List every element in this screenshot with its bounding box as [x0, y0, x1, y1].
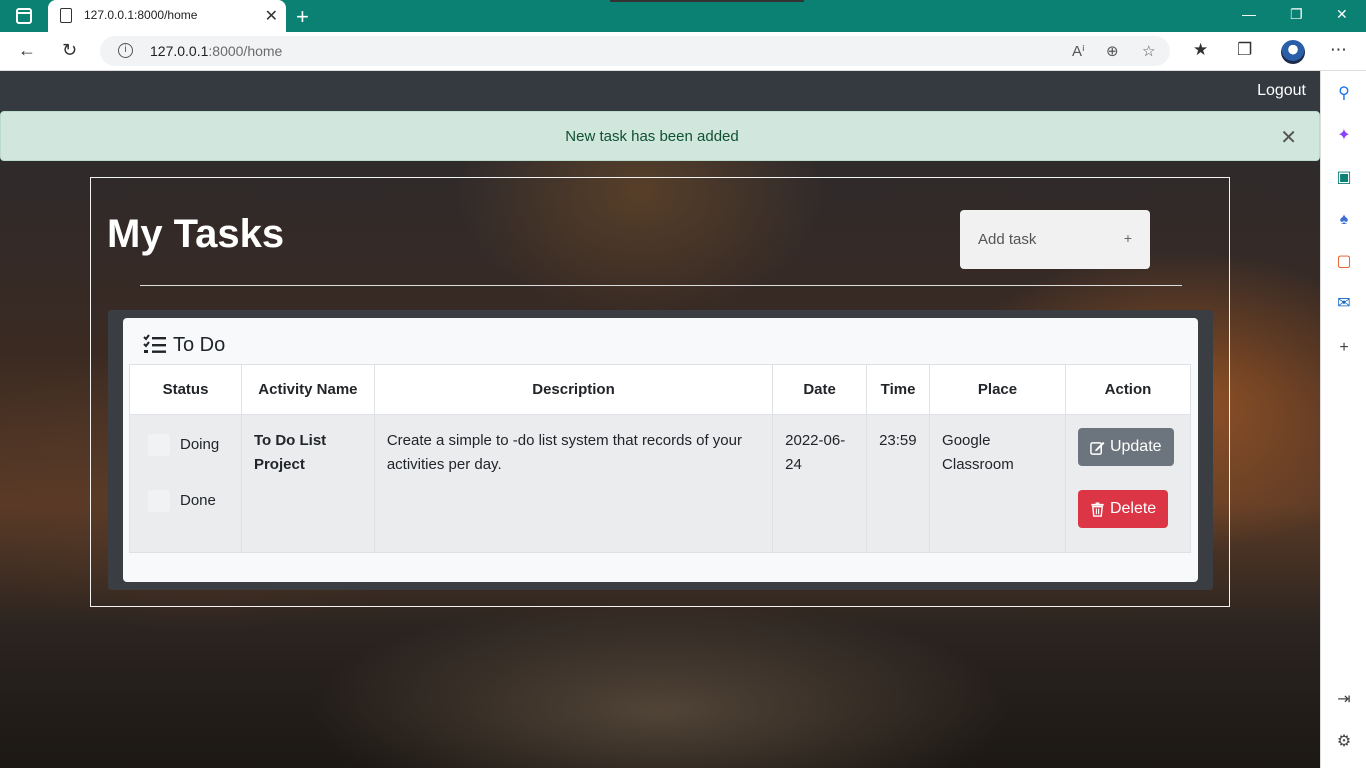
- status-option-done[interactable]: Done: [148, 489, 229, 513]
- trash-icon: [1091, 501, 1104, 517]
- divider: [140, 285, 1182, 286]
- column-header: Time: [866, 364, 931, 415]
- todo-card: To Do Status Activity Name Description D…: [123, 318, 1198, 582]
- update-button-label: Update: [1109, 438, 1162, 455]
- tab-actions-icon[interactable]: [16, 8, 32, 24]
- search-icon[interactable]: ⚲: [1335, 85, 1353, 103]
- back-arrow-icon[interactable]: ←: [18, 40, 36, 61]
- action-cell: Update Delete: [1064, 414, 1192, 553]
- minimize-button[interactable]: —: [1242, 6, 1256, 22]
- place-cell: Google Classroom: [929, 414, 1066, 553]
- favorites-icon[interactable]: ★: [1193, 40, 1208, 60]
- tab-title: 127.0.0.1:8000/home: [84, 8, 198, 22]
- status-label: Done: [180, 492, 216, 509]
- add-sidebar-item-icon[interactable]: +: [1335, 339, 1353, 357]
- games-icon[interactable]: ♠: [1335, 211, 1353, 229]
- description-cell: Create a simple to -do list system that …: [373, 414, 774, 553]
- browser-tab[interactable]: 127.0.0.1:8000/home ✕: [48, 0, 286, 32]
- column-header: Date: [772, 364, 868, 415]
- edit-icon: [1090, 441, 1105, 455]
- success-alert: New task has been added ✕: [0, 111, 1320, 161]
- zoom-icon[interactable]: ⊕: [1106, 42, 1119, 60]
- status-checkbox[interactable]: [148, 434, 170, 456]
- profile-avatar[interactable]: [1281, 40, 1305, 64]
- collections-icon[interactable]: ❐: [1237, 40, 1252, 60]
- status-cell: Doing Done: [129, 414, 242, 553]
- shopping-icon[interactable]: ▣: [1335, 169, 1353, 187]
- new-tab-button[interactable]: +: [296, 4, 309, 30]
- restore-button[interactable]: ❐: [1290, 6, 1303, 23]
- settings-gear-icon[interactable]: ⚙: [1335, 733, 1353, 751]
- close-window-button[interactable]: ✕: [1336, 6, 1348, 23]
- table-header-row: Status Activity Name Description Date Ti…: [129, 364, 1192, 415]
- read-aloud-icon[interactable]: Aⁱ: [1072, 42, 1085, 60]
- hide-sidebar-icon[interactable]: ⇥: [1335, 691, 1353, 709]
- update-button[interactable]: Update: [1077, 428, 1174, 466]
- logout-link[interactable]: Logout: [1257, 82, 1306, 100]
- url-field[interactable]: i 127.0.0.1:8000/home Aⁱ ⊕ ☆: [100, 36, 1170, 66]
- checklist-icon: [143, 334, 166, 353]
- delete-button-label: Delete: [1109, 500, 1157, 517]
- column-header: Place: [929, 364, 1066, 415]
- time-cell: 23:59: [866, 414, 931, 553]
- todo-section: To Do Status Activity Name Description D…: [108, 310, 1213, 590]
- status-option-doing[interactable]: Doing: [148, 433, 229, 457]
- tasks-container: My Tasks Add task + To Do Status Activit…: [90, 177, 1230, 607]
- activity-name-cell: To Do List Project: [240, 414, 375, 553]
- add-favorite-icon[interactable]: ☆: [1142, 42, 1155, 60]
- url-text: 127.0.0.1:8000/home: [150, 43, 283, 59]
- status-label: Doing: [180, 436, 220, 453]
- add-task-placeholder: Add task: [978, 231, 1037, 248]
- copilot-icon[interactable]: ✦: [1335, 127, 1353, 145]
- page-title: My Tasks: [107, 212, 285, 256]
- column-header: Status: [129, 364, 242, 415]
- column-header: Action: [1064, 364, 1192, 415]
- office-icon[interactable]: ▢: [1335, 253, 1353, 271]
- card-header: To Do: [143, 330, 225, 360]
- plus-icon[interactable]: +: [1124, 230, 1132, 246]
- column-header: Activity Name: [240, 364, 375, 415]
- drag-region: [610, 0, 804, 2]
- status-checkbox[interactable]: [148, 490, 170, 512]
- alert-message: New task has been added: [565, 128, 739, 145]
- more-menu-icon[interactable]: ⋯: [1330, 40, 1347, 60]
- page-body: Logout New task has been added ✕ My Task…: [0, 71, 1320, 768]
- refresh-icon[interactable]: ↻: [62, 40, 77, 61]
- address-bar: ← ↻ i 127.0.0.1:8000/home Aⁱ ⊕ ☆ ★ ❐ ⋯: [0, 32, 1366, 71]
- outlook-icon[interactable]: ✉: [1335, 295, 1353, 313]
- date-cell: 2022-06-24: [772, 414, 868, 553]
- tasks-table: Status Activity Name Description Date Ti…: [129, 364, 1192, 553]
- card-title: To Do: [173, 333, 226, 356]
- browser-titlebar: 127.0.0.1:8000/home ✕ + — ❐ ✕: [0, 0, 1366, 32]
- add-task-input[interactable]: Add task +: [960, 210, 1150, 269]
- top-navbar: Logout: [0, 71, 1320, 111]
- info-icon[interactable]: i: [118, 43, 133, 58]
- alert-close-icon[interactable]: ✕: [1280, 125, 1297, 150]
- column-header: Description: [373, 364, 774, 415]
- delete-button[interactable]: Delete: [1077, 490, 1169, 528]
- page-icon: [60, 8, 72, 23]
- edge-sidebar: ⚲ ✦ ▣ ♠ ▢ ✉ + ⇥ ⚙: [1320, 71, 1366, 768]
- tab-close-icon[interactable]: ✕: [265, 6, 278, 26]
- table-row: Doing Done To Do List Project Create a s…: [129, 414, 1192, 553]
